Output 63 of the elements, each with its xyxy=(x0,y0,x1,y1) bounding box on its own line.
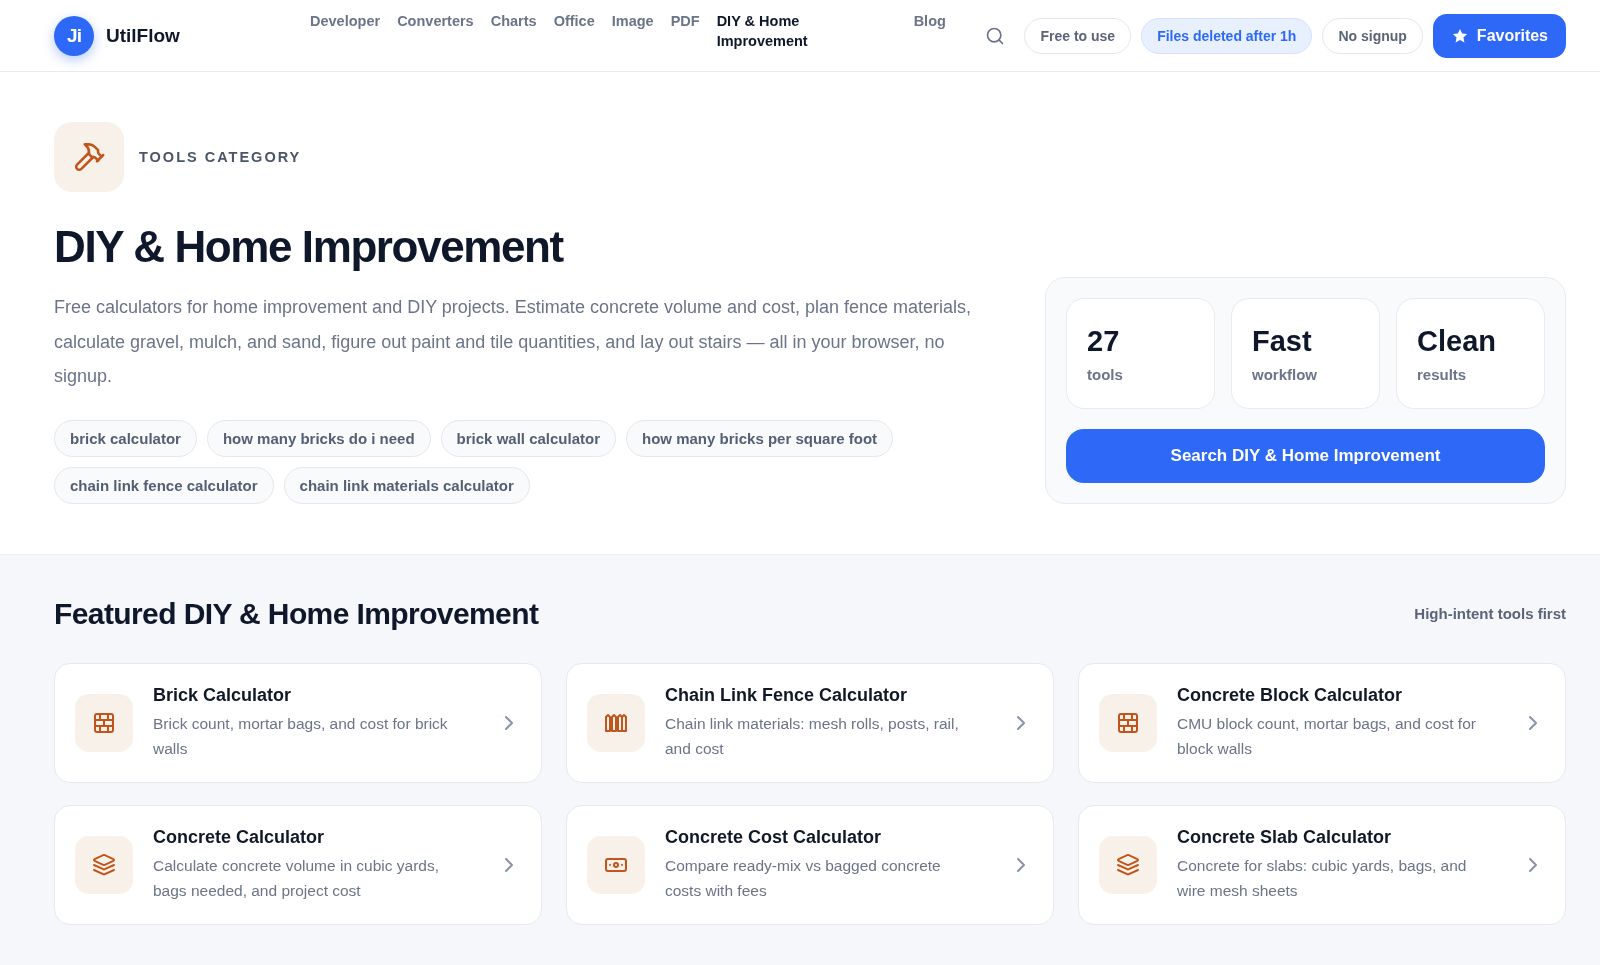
tool-title: Concrete Calculator xyxy=(153,826,325,848)
nav-link[interactable]: PDF xyxy=(670,11,700,51)
nav-link[interactable]: Blog xyxy=(913,11,946,51)
stat-label: workflow xyxy=(1252,365,1317,383)
tool-title: Brick Calculator xyxy=(153,684,292,706)
nav-link[interactable]: Charts xyxy=(490,11,537,51)
tool-description: Concrete for slabs: cubic yards, bags, and wire mesh sheets xyxy=(1177,856,1468,901)
tool-card[interactable]: Concrete Block Calculator CMU block count, mortar bags, and cost for block walls xyxy=(1078,662,1566,783)
nav-link[interactable]: Image xyxy=(611,11,654,51)
chevron-right-icon xyxy=(1529,857,1537,872)
tool-card[interactable]: Brick Calculator Brick count, mortar bags, and cost for brick walls xyxy=(54,662,542,783)
tool-title: Concrete Slab Calculator xyxy=(1177,826,1392,848)
stat-value: 27 xyxy=(1087,323,1120,358)
chevron-right-icon xyxy=(505,715,513,730)
feature-pill: No signup xyxy=(1322,17,1423,54)
stat-value: Fast xyxy=(1252,323,1312,358)
fence-icon xyxy=(587,693,645,752)
brick-wall-icon xyxy=(1099,693,1157,752)
tool-description: Chain link materials: mesh rolls, posts, rail, and cost xyxy=(665,714,960,759)
section-note: High-intent tools first xyxy=(1414,605,1566,622)
category-description: Free calculators for home improvement and DIY projects. Estimate concrete volume and cost, plan fence materials, calculate gravel, mulch, and sand, figure out paint and tile quantities, and lay out stairs — all in your browser, no signup. xyxy=(54,296,973,388)
chevron-right-icon xyxy=(1017,857,1025,872)
section-title: Featured DIY & Home Improvement xyxy=(54,595,539,632)
keyword-tag[interactable]: brick wall calculator xyxy=(440,419,616,457)
nav-link[interactable]: DIY & Home Improvement xyxy=(716,11,827,51)
tool-card[interactable]: Concrete Slab Calculator Concrete for slabs: cubic yards, bags, and wire mesh sheets xyxy=(1078,804,1566,925)
feature-pill: Free to use xyxy=(1024,17,1132,54)
banknote-icon xyxy=(587,835,645,894)
nav-link[interactable]: Converters xyxy=(397,11,474,51)
brand-name[interactable]: UtilFlow xyxy=(106,24,180,47)
tool-title: Chain Link Fence Calculator xyxy=(665,684,908,706)
brick-wall-icon xyxy=(75,693,133,752)
tool-title: Concrete Block Calculator xyxy=(1177,684,1403,706)
favorites-button[interactable]: Favorites xyxy=(1432,13,1566,58)
tool-description: Calculate concrete volume in cubic yards, bags needed, and project cost xyxy=(153,856,441,901)
tool-description: CMU block count, mortar bags, and cost for block walls xyxy=(1177,714,1477,759)
stat-label: tools xyxy=(1087,365,1123,383)
feature-pill: Files deleted after 1h xyxy=(1141,17,1313,54)
logo-mark[interactable]: Ji xyxy=(54,15,94,56)
keyword-tag[interactable]: chain link materials calculator xyxy=(283,466,530,504)
chevron-right-icon xyxy=(505,857,513,872)
keyword-tag[interactable]: chain link fence calculator xyxy=(54,466,274,504)
tool-card[interactable]: Chain Link Fence Calculator Chain link materials: mesh rolls, posts, rail, and cost xyxy=(566,662,1054,783)
stat-label: results xyxy=(1417,365,1467,383)
page-title: DIY & Home Improvement xyxy=(54,221,565,273)
category-label: TOOLS CATEGORY xyxy=(139,149,302,165)
keyword-tag[interactable]: brick calculator xyxy=(54,419,197,457)
search-category-button[interactable]: Search DIY & Home Improvement xyxy=(1066,428,1545,483)
stat-value: Clean xyxy=(1417,323,1496,358)
layers-icon xyxy=(1099,835,1157,894)
nav-link[interactable]: Developer xyxy=(310,11,381,51)
tool-card[interactable]: Concrete Calculator Calculate concrete volume in cubic yards, bags needed, and project cost xyxy=(54,804,542,925)
nav-link[interactable]: Office xyxy=(553,11,595,51)
chevron-right-icon xyxy=(1529,715,1537,730)
layers-icon xyxy=(75,835,133,894)
tool-card[interactable]: Concrete Cost Calculator Compare ready-mix vs bagged concrete costs with fees xyxy=(566,804,1054,925)
tool-title: Concrete Cost Calculator xyxy=(665,826,882,848)
tool-description: Brick count, mortar bags, and cost for brick walls xyxy=(153,714,449,759)
keyword-tag[interactable]: how many bricks do i need xyxy=(206,419,431,457)
hammer-icon xyxy=(54,122,124,192)
tool-description: Compare ready-mix vs bagged concrete costs with fees xyxy=(665,856,942,901)
keyword-tag[interactable]: how many bricks per square foot xyxy=(626,419,894,457)
chevron-right-icon xyxy=(1017,715,1025,730)
